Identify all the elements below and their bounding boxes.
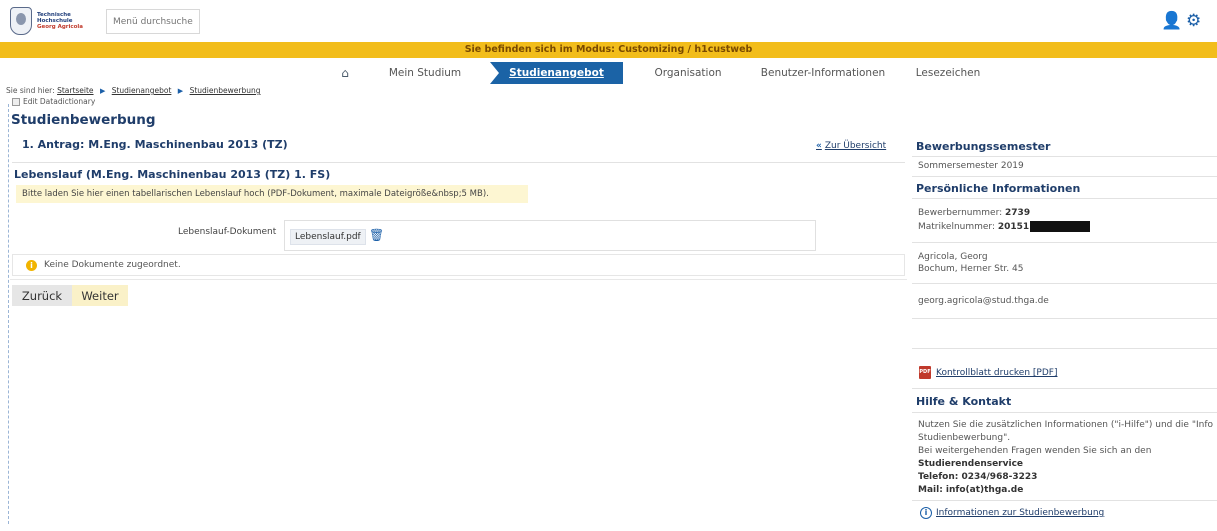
person-address: Bochum, Herner Str. 45 — [918, 264, 1024, 274]
double-chevron-left-icon: « — [816, 141, 822, 151]
help-text-3: Bei weitergehenden Fragen wenden Sie sic… — [918, 446, 1152, 456]
menu-search-input[interactable] — [106, 9, 200, 34]
person-email: georg.agricola@stud.thga.de — [918, 296, 1049, 306]
edit-datadictionary-label: Edit Datadictionary — [23, 97, 96, 106]
divider — [912, 500, 1217, 501]
upload-hint: Bitte laden Sie hier einen tabellarische… — [16, 185, 528, 203]
logo-text: Technische Hochschule Georg Agricola — [37, 12, 83, 30]
nav-mein-studium[interactable]: Mein Studium — [360, 62, 490, 84]
matrikel-number-label: Matrikelnummer: — [918, 222, 995, 232]
breadcrumb-studienangebot[interactable]: Studienangebot — [112, 86, 172, 95]
divider — [912, 198, 1217, 199]
user-icon[interactable]: 👤 — [1161, 13, 1182, 30]
divider — [10, 279, 907, 280]
divider — [912, 156, 1217, 157]
matrikel-number-value: 20151 — [997, 222, 1030, 232]
gear-icon[interactable]: ⚙ — [1186, 13, 1201, 30]
info-icon: i — [26, 260, 37, 271]
content-border — [8, 104, 9, 524]
divider — [912, 348, 1217, 349]
back-button[interactable]: Zurück — [12, 285, 72, 306]
breadcrumb-studienbewerbung[interactable]: Studienbewerbung — [190, 86, 261, 95]
help-phone: Telefon: 0234/968-3223 — [918, 472, 1038, 482]
document-label: Lebenslauf-Dokument — [178, 227, 277, 237]
section-title: Lebenslauf (M.Eng. Maschinenbau 2013 (TZ… — [14, 168, 331, 181]
back-to-overview-link[interactable]: «Zur Übersicht — [816, 141, 886, 151]
chevron-right-icon: ▶ — [99, 87, 106, 95]
nav-organisation[interactable]: Organisation — [623, 62, 753, 84]
mode-banner: Sie befinden sich im Modus: Customizing … — [0, 42, 1217, 58]
applicant-number: Bewerbernummer: 2739 — [918, 208, 1030, 218]
back-link-label: Zur Übersicht — [824, 141, 887, 151]
divider — [912, 412, 1217, 413]
nav-studienangebot[interactable]: Studienangebot — [490, 62, 623, 84]
divider — [912, 242, 1217, 243]
applicant-number-value: 2739 — [1005, 208, 1031, 218]
breadcrumb-startseite[interactable]: Startseite — [57, 86, 93, 95]
page-title: Studienbewerbung — [11, 112, 156, 128]
breadcrumb: Sie sind hier: Startseite ▶ Studienangeb… — [6, 86, 260, 95]
trash-icon[interactable]: 🗑 — [369, 229, 384, 241]
help-mail: Mail: info(at)thga.de — [918, 485, 1024, 495]
divider — [912, 388, 1217, 389]
matrikel-number: Matrikelnummer: 20151 — [918, 221, 1091, 232]
home-icon[interactable]: ⌂ — [330, 66, 360, 80]
divider — [912, 318, 1217, 319]
help-text-1: Nutzen Sie die zusätzlichen Informatione… — [918, 420, 1214, 430]
logo-line-3: Georg Agricola — [37, 24, 84, 30]
notice-text: Keine Dokumente zugeordnet. — [44, 260, 181, 270]
applicant-number-label: Bewerbernummer: — [918, 208, 1003, 218]
info-icon: i — [920, 507, 932, 519]
nav-benutzer-informationen[interactable]: Benutzer-Informationen — [753, 62, 893, 84]
pdf-icon: PDF — [919, 366, 931, 379]
chevron-right-icon: ▶ — [177, 87, 184, 95]
application-info-link[interactable]: Informationen zur Studienbewerbung — [936, 508, 1104, 518]
help-text-2: Studienbewerbung". — [918, 433, 1011, 443]
crest-icon — [10, 7, 32, 35]
person-name: Agricola, Georg — [918, 252, 988, 262]
antrag-title: 1. Antrag: M.Eng. Maschinenbau 2013 (TZ) — [22, 138, 288, 151]
edit-datadictionary[interactable]: Edit Datadictionary — [12, 97, 95, 106]
semester-heading: Bewerbungssemester — [916, 140, 1051, 153]
divider — [912, 283, 1217, 284]
divider — [12, 162, 905, 163]
main-nav: ⌂ Mein Studium Studienangebot Organisati… — [330, 62, 1030, 84]
next-button[interactable]: Weiter — [72, 285, 128, 306]
divider — [912, 176, 1217, 177]
help-heading: Hilfe & Kontakt — [916, 395, 1012, 408]
top-header: Technische Hochschule Georg Agricola 👤 ⚙ — [0, 0, 1217, 42]
university-logo[interactable]: Technische Hochschule Georg Agricola — [10, 6, 100, 36]
print-control-sheet-link[interactable]: Kontrollblatt drucken [PDF] — [936, 368, 1057, 378]
semester-value: Sommersemester 2019 — [918, 161, 1024, 171]
breadcrumb-prefix: Sie sind hier: — [6, 86, 55, 95]
document-file[interactable]: Lebenslauf.pdf — [290, 229, 366, 245]
personal-info-heading: Persönliche Informationen — [916, 182, 1081, 195]
nav-lesezeichen[interactable]: Lesezeichen — [893, 62, 1003, 84]
edit-datadictionary-checkbox[interactable] — [12, 97, 20, 106]
redaction-bar — [1030, 221, 1091, 232]
help-service: Studierendenservice — [918, 459, 1024, 469]
